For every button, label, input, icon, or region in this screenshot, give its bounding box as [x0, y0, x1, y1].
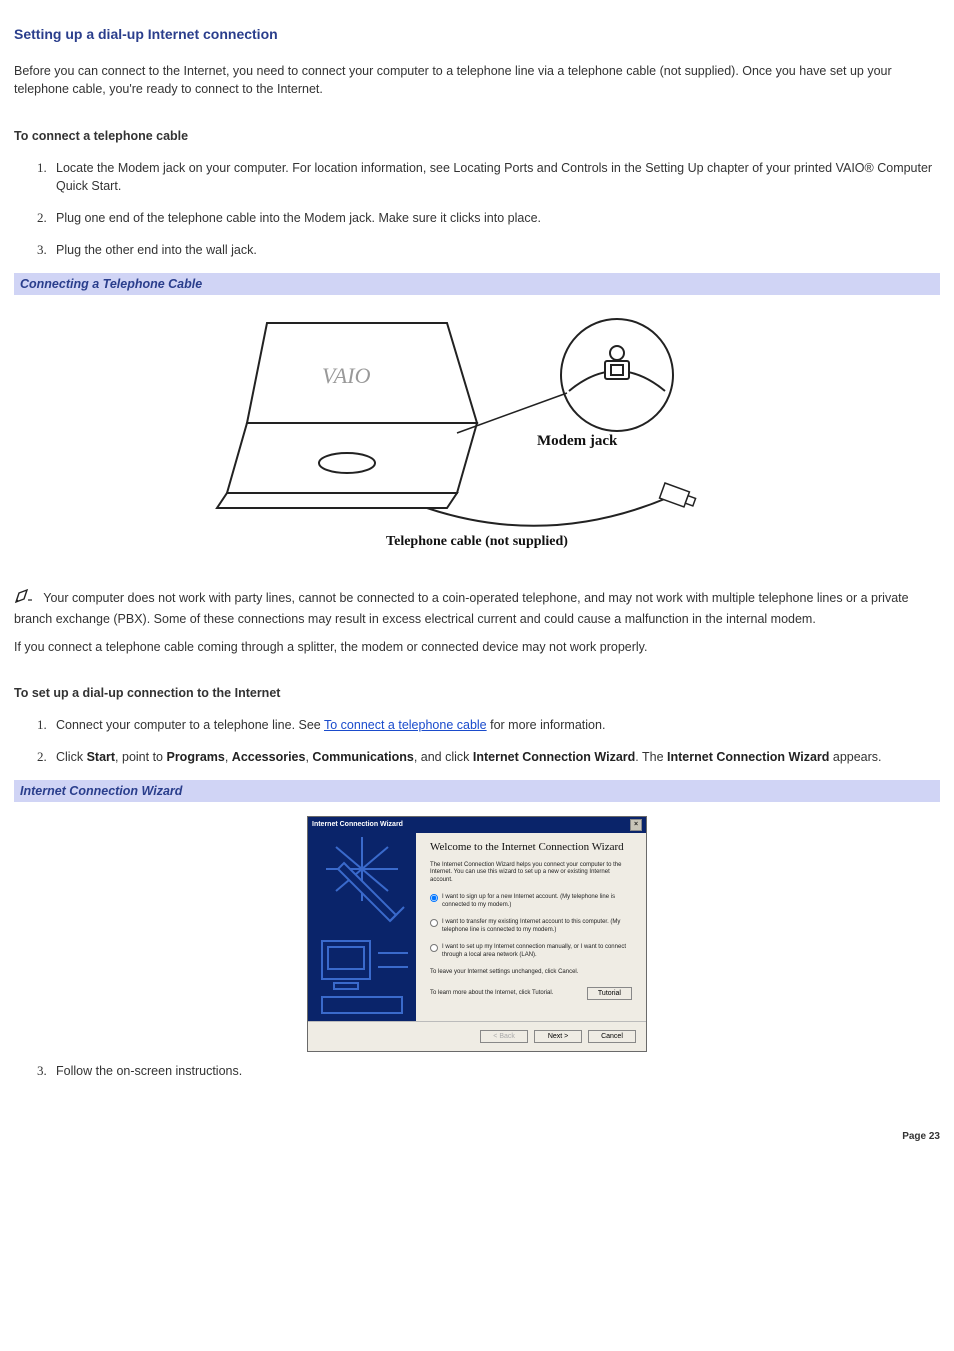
wizard-tutorial-text: To learn more about the Internet, click …: [430, 989, 553, 998]
label-cable: Telephone cable (not supplied): [386, 534, 568, 549]
figure-caption-cable: Connecting a Telephone Cable: [14, 273, 940, 295]
wizard-sidebar-graphic: [308, 833, 416, 1021]
figure-telephone-cable: VAIO Modem jack Telephone cable (not sup…: [14, 295, 940, 566]
setup-step-1: Connect your computer to a telephone lin…: [50, 716, 940, 734]
figure-caption-wizard: Internet Connection Wizard: [14, 780, 940, 802]
setup-step-2: Click Start, point to Programs, Accessor…: [50, 748, 940, 766]
wizard-option-new-account[interactable]: I want to sign up for a new Internet acc…: [430, 894, 632, 909]
section-setup-dialup-heading: To set up a dial-up connection to the In…: [14, 684, 940, 702]
note-warning: Your computer does not work with party l…: [14, 588, 940, 627]
wizard-option-manual[interactable]: I want to set up my Internet connection …: [430, 944, 632, 959]
step-3: Plug the other end into the wall jack.: [50, 241, 940, 259]
wizard-heading: Welcome to the Internet Connection Wizar…: [430, 841, 632, 854]
setup-step-3: Follow the on-screen instructions.: [50, 1062, 940, 1080]
setup-dialup-steps: Connect your computer to a telephone lin…: [14, 716, 940, 766]
step-1: Locate the Modem jack on your computer. …: [50, 159, 940, 195]
connect-cable-steps: Locate the Modem jack on your computer. …: [14, 159, 940, 260]
radio-new-account[interactable]: [430, 894, 438, 902]
close-icon[interactable]: ×: [630, 819, 642, 831]
next-button[interactable]: Next >: [534, 1030, 582, 1043]
wizard-footer: < Back Next > Cancel: [308, 1021, 646, 1051]
note-splitter: If you connect a telephone cable coming …: [14, 638, 940, 656]
radio-manual[interactable]: [430, 944, 438, 952]
label-modem-jack: Modem jack: [537, 433, 618, 449]
back-button: < Back: [480, 1030, 528, 1043]
wizard-option-transfer[interactable]: I want to transfer my existing Internet …: [430, 919, 632, 934]
radio-transfer[interactable]: [430, 919, 438, 927]
wizard-description: The Internet Connection Wizard helps you…: [430, 862, 632, 885]
section-connect-cable-heading: To connect a telephone cable: [14, 127, 940, 145]
svg-text:VAIO: VAIO: [322, 363, 371, 388]
wizard-window: Internet Connection Wizard ×: [307, 816, 647, 1052]
setup-dialup-steps-cont: Follow the on-screen instructions.: [14, 1062, 940, 1080]
step-2: Plug one end of the telephone cable into…: [50, 209, 940, 227]
page-title: Setting up a dial-up Internet connection: [14, 24, 940, 44]
wizard-titlebar: Internet Connection Wizard ×: [308, 817, 646, 833]
link-connect-telephone-cable[interactable]: To connect a telephone cable: [324, 718, 487, 732]
note-icon: [14, 588, 34, 609]
intro-paragraph: Before you can connect to the Internet, …: [14, 62, 940, 98]
cancel-button[interactable]: Cancel: [588, 1030, 636, 1043]
tutorial-button[interactable]: Tutorial: [587, 987, 632, 1000]
page-number: Page 23: [14, 1130, 940, 1145]
wizard-leave-text: To leave your Internet settings unchange…: [430, 969, 632, 977]
modem-jack-diagram: VAIO Modem jack Telephone cable (not sup…: [197, 313, 757, 553]
